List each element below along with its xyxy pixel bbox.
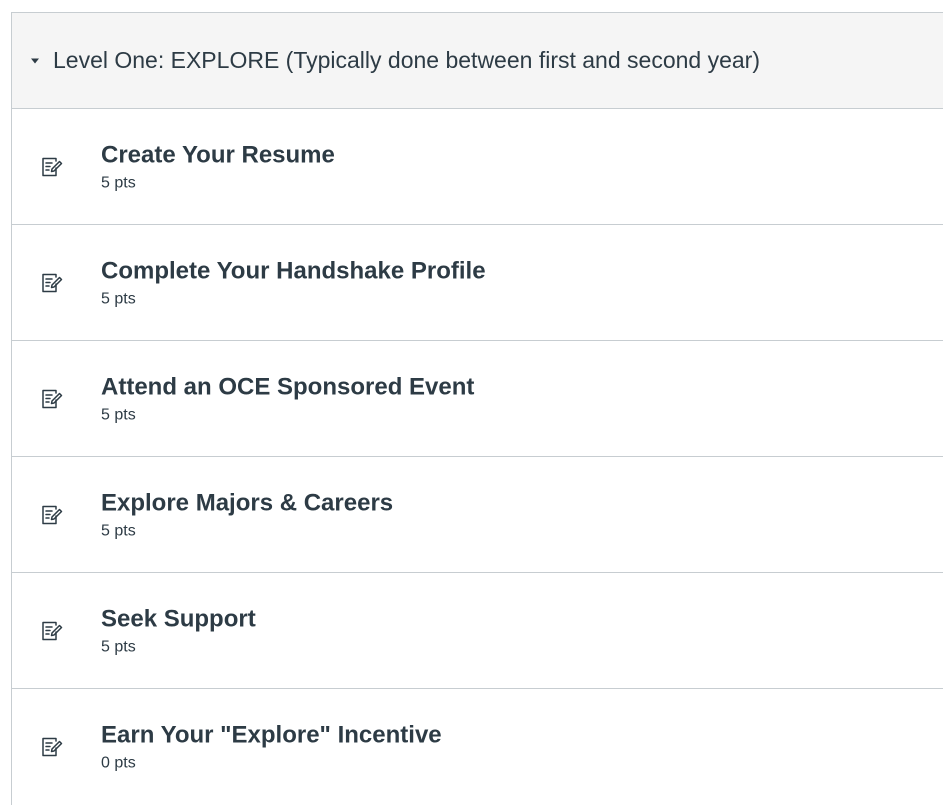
item-title-link[interactable]: Earn Your "Explore" Incentive [101, 720, 442, 752]
item-points: 5 pts [101, 406, 136, 423]
module: Level One: EXPLORE (Typically done betwe… [11, 12, 943, 805]
module-item[interactable]: Complete Your Handshake Profile 5 pts [12, 225, 943, 341]
item-text: Complete Your Handshake Profile 5 pts [101, 255, 486, 310]
item-text: Create Your Resume 5 pts [101, 139, 335, 194]
assignment-icon [40, 387, 64, 411]
item-title-link[interactable]: Complete Your Handshake Profile [101, 255, 486, 287]
module-item[interactable]: Attend an OCE Sponsored Event 5 pts [12, 341, 943, 457]
caret-down-icon[interactable] [30, 56, 40, 66]
module-item[interactable]: Create Your Resume 5 pts [12, 109, 943, 225]
item-text: Attend an OCE Sponsored Event 5 pts [101, 371, 474, 426]
assignment-icon [40, 619, 64, 643]
item-text: Explore Majors & Careers 5 pts [101, 487, 393, 542]
item-points: 5 pts [101, 174, 136, 191]
item-points: 5 pts [101, 290, 136, 307]
item-title-link[interactable]: Explore Majors & Careers [101, 487, 393, 519]
module-item[interactable]: Explore Majors & Careers 5 pts [12, 457, 943, 573]
assignment-icon [40, 735, 64, 759]
assignment-icon [40, 155, 64, 179]
item-title-link[interactable]: Seek Support [101, 603, 256, 635]
module-item[interactable]: Seek Support 5 pts [12, 573, 943, 689]
item-title-link[interactable]: Attend an OCE Sponsored Event [101, 371, 474, 403]
item-text: Earn Your "Explore" Incentive 0 pts [101, 720, 442, 775]
module-item[interactable]: Earn Your "Explore" Incentive 0 pts [12, 689, 943, 805]
assignment-icon [40, 503, 64, 527]
module-header[interactable]: Level One: EXPLORE (Typically done betwe… [12, 13, 943, 109]
item-title-link[interactable]: Create Your Resume [101, 139, 335, 171]
item-text: Seek Support 5 pts [101, 603, 256, 658]
assignment-icon [40, 271, 64, 295]
module-title: Level One: EXPLORE (Typically done betwe… [53, 47, 760, 73]
item-points: 5 pts [101, 522, 136, 539]
item-points: 5 pts [101, 638, 136, 655]
item-points: 0 pts [101, 754, 136, 772]
